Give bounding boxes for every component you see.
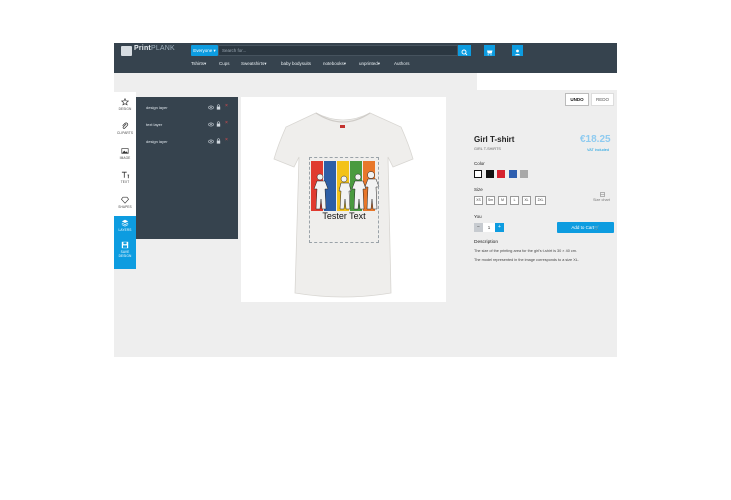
delete-layer-icon[interactable]: × xyxy=(225,120,228,126)
nav-item-tshirts[interactable]: Tshirts▾ xyxy=(191,61,206,67)
user-icon xyxy=(515,49,520,56)
nav-item-authors[interactable]: Authors xyxy=(394,61,410,66)
layer-row[interactable]: text layer × xyxy=(136,118,238,132)
logo-suffix: PLANK xyxy=(150,45,175,52)
tool-label: CLIPARTS xyxy=(116,131,134,135)
eye-icon[interactable] xyxy=(208,122,214,127)
product-price: €18.25 xyxy=(580,134,611,145)
tool-label: LAYERS xyxy=(118,228,132,232)
size-option-xl[interactable]: XL xyxy=(522,196,531,205)
star-icon xyxy=(121,98,129,106)
save-icon xyxy=(121,241,129,249)
description-line: The size of the printing area for the gi… xyxy=(474,249,577,253)
quantity-decrease-button[interactable]: − xyxy=(474,223,483,232)
description-title: Description xyxy=(474,240,498,245)
eye-icon[interactable] xyxy=(208,139,214,144)
text-icon xyxy=(121,171,129,179)
lock-icon[interactable] xyxy=(216,121,221,127)
nav-item-baby-bodysuits[interactable]: baby bodysuits xyxy=(281,61,311,66)
size-chart-link[interactable]: Size chart xyxy=(593,198,610,202)
delete-layer-icon[interactable]: × xyxy=(225,137,228,143)
search-icon xyxy=(461,49,468,56)
lock-icon[interactable] xyxy=(216,104,221,110)
color-swatch-white[interactable] xyxy=(474,170,482,178)
tool-shapes[interactable]: SHAPES xyxy=(114,196,136,209)
logo-brand: Print xyxy=(134,45,151,52)
layers-icon xyxy=(121,219,129,227)
layer-name: text layer xyxy=(146,122,163,127)
product-title: Girl T-shirt xyxy=(474,135,515,144)
size-option-l[interactable]: L xyxy=(510,196,519,205)
nav-item-notebooks[interactable]: notebooks▾ xyxy=(323,61,346,67)
layer-row[interactable]: design layer × xyxy=(136,101,238,115)
layer-name: design layer xyxy=(146,139,168,144)
canvas-text-layer[interactable]: Tester Text xyxy=(311,211,377,221)
tool-save-design[interactable]: SAVE DESIGN xyxy=(115,241,135,258)
category-dropdown[interactable]: Everyone ▾ xyxy=(191,45,218,56)
lock-icon[interactable] xyxy=(216,138,221,144)
tool-label: DESIGN xyxy=(118,107,132,111)
color-swatch-red[interactable] xyxy=(497,170,505,178)
delete-layer-icon[interactable]: × xyxy=(225,103,228,109)
nav-item-cups[interactable]: Cups xyxy=(219,61,230,66)
description-line: The model represented in the image corre… xyxy=(474,258,579,262)
eye-icon[interactable] xyxy=(208,105,214,110)
undo-button[interactable]: UNDO xyxy=(565,93,589,106)
redo-button[interactable]: REDO xyxy=(591,93,614,106)
nav-item-unprinted[interactable]: unprinted▾ xyxy=(359,61,380,67)
tool-image[interactable]: IMAGE xyxy=(114,147,136,160)
account-button[interactable] xyxy=(512,45,523,56)
paperclip-icon xyxy=(122,122,129,129)
tool-label: SHAPES xyxy=(118,205,132,209)
size-option-sm[interactable]: Sm xyxy=(486,196,495,205)
tool-label: TEXT xyxy=(120,180,130,184)
sub-bar xyxy=(114,73,477,90)
nav-item-sweatshirts[interactable]: Sweatshirts▾ xyxy=(241,61,267,67)
quantity-input[interactable]: 1 xyxy=(483,223,495,232)
color-swatch-blue[interactable] xyxy=(509,170,517,178)
quantity-increase-button[interactable]: + xyxy=(495,223,504,232)
color-swatch-grey[interactable] xyxy=(520,170,528,178)
cart-button[interactable] xyxy=(484,45,495,56)
tool-label: IMAGE xyxy=(119,156,131,160)
tool-text[interactable]: TEXT xyxy=(114,171,136,184)
tool-layers[interactable]: LAYERS xyxy=(114,219,136,232)
image-icon xyxy=(121,148,129,154)
color-swatch-black[interactable] xyxy=(486,170,494,178)
cart-icon xyxy=(487,50,493,56)
tool-design[interactable]: DESIGN xyxy=(114,98,136,111)
layer-name: design layer xyxy=(146,105,168,110)
vat-note: VAT included xyxy=(587,148,609,152)
size-chart-icon[interactable] xyxy=(600,192,605,197)
search-input[interactable]: Search for... xyxy=(218,45,458,56)
product-category[interactable]: GIRL T-SHIRTS xyxy=(474,147,501,151)
color-label: Color xyxy=(474,161,485,166)
quantity-label: You xyxy=(474,214,482,219)
layer-row[interactable]: design layer × xyxy=(136,135,238,149)
size-option-xs[interactable]: XS xyxy=(474,196,483,205)
diamond-icon xyxy=(121,196,129,204)
size-option-2xl[interactable]: 2XL xyxy=(535,196,546,205)
tool-cliparts[interactable]: CLIPARTS xyxy=(114,122,136,135)
logo-icon[interactable] xyxy=(121,46,132,56)
search-button[interactable] xyxy=(458,45,471,56)
tool-label: SAVE DESIGN xyxy=(118,250,132,258)
add-to-cart-button[interactable]: Add to Cart🛒 xyxy=(557,222,614,233)
size-label: Size xyxy=(474,187,483,192)
print-area[interactable] xyxy=(309,157,379,243)
logo[interactable]: PrintPLANK xyxy=(134,45,175,52)
size-option-m[interactable]: M xyxy=(498,196,507,205)
